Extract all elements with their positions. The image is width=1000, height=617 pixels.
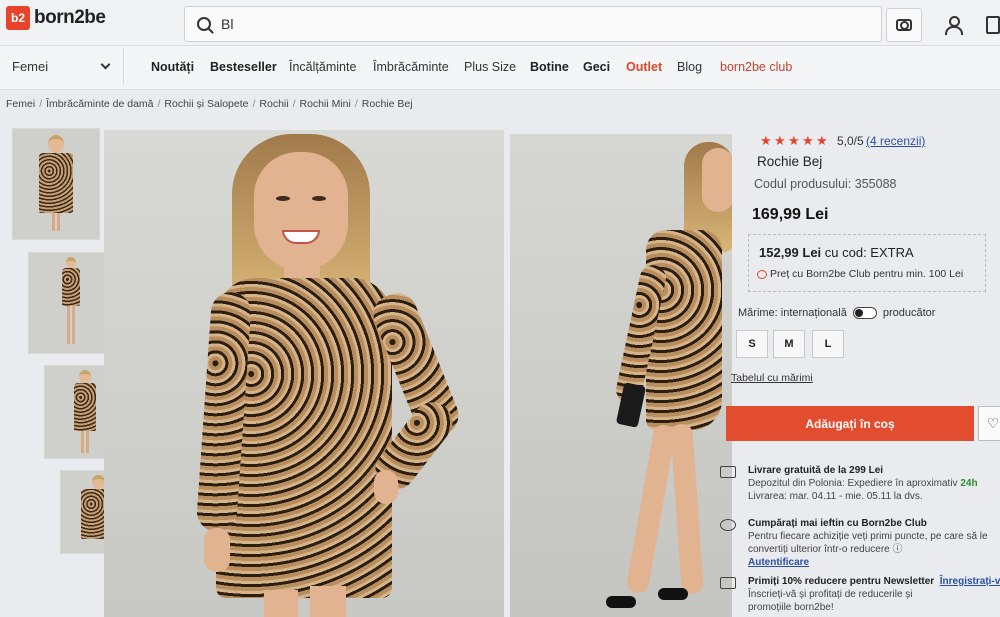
newsletter-title: Primiți 10% reducere pentru Newsletter <box>748 576 935 587</box>
thumbnail-2[interactable] <box>28 252 114 354</box>
thumbnail-1[interactable] <box>12 128 100 240</box>
product-second-image[interactable] <box>510 134 732 617</box>
logo-text: born2be <box>34 7 106 28</box>
top-header: b2 born2be Bl <box>0 0 1000 46</box>
size-label-alt: producător <box>882 307 936 319</box>
product-code: Codul produsului: 355088 <box>754 177 897 191</box>
newsletter-line2: promoțiile born2be! <box>748 602 834 613</box>
nav-item-noutati[interactable]: Noutăți <box>151 60 194 74</box>
rating-value: 5,0/5 <box>837 134 864 148</box>
nav-item-besteseller[interactable]: Besteseller <box>210 60 277 74</box>
nav-item-club[interactable]: born2be club <box>720 60 792 74</box>
nav-item-imbracaminte[interactable]: Îmbrăcăminte <box>373 60 449 74</box>
product-title: Rochie Bej <box>757 154 823 169</box>
size-button-m[interactable]: M <box>773 330 805 358</box>
piggy-bank-icon <box>757 269 767 279</box>
breadcrumb-current: Rochie Bej <box>361 98 413 110</box>
camera-icon <box>896 19 912 31</box>
login-link[interactable]: Autentificare <box>716 556 988 569</box>
nav-item-geci[interactable]: Geci <box>583 60 610 74</box>
user-icon[interactable] <box>944 16 963 35</box>
delivery-info: Livrare gratuită de la 299 Lei Depozitul… <box>716 464 978 503</box>
size-system-toggle[interactable] <box>852 307 877 319</box>
star-icon: ★ <box>816 133 828 148</box>
search-icon <box>197 17 211 31</box>
delivery-line1: Depozitul din Polonia: Expediere în apro… <box>748 478 958 489</box>
thumbnail-image <box>39 135 73 236</box>
thumbnail-image <box>62 257 80 349</box>
nav-item-outlet[interactable]: Outlet <box>626 60 662 74</box>
club-line2: convertiți ulterior într-o reducere <box>748 544 890 555</box>
reviews-link[interactable]: (4 recenzii) <box>866 134 925 148</box>
star-icon: ★ <box>760 133 772 148</box>
club-price-note: Preț cu Born2be Club pentru min. 100 Lei <box>757 268 963 280</box>
breadcrumb: Femei / Îmbrăcăminte de damă / Rochii și S… <box>6 98 413 110</box>
add-to-cart-button[interactable]: Adăugați în coș <box>726 406 974 441</box>
delivery-title: Livrare gratuită de la 299 Lei <box>748 465 884 476</box>
category-select-value: Femei <box>12 58 49 74</box>
club-title: Cumpărați mai ieftin cu Born2be Club <box>748 518 927 529</box>
promo-price: 152,99 Lei <box>759 245 822 260</box>
size-button-s[interactable]: S <box>736 330 768 358</box>
newsletter-register-link[interactable]: Înregistrați-vă <box>940 576 1000 587</box>
newsletter-line1: Înscrieți-vă și profitați de reducerile … <box>748 589 913 600</box>
promo-box: 152,99 Lei cu cod: EXTRA Preț cu Born2be… <box>748 234 986 292</box>
breadcrumb-item[interactable]: Rochii Mini <box>300 98 351 110</box>
nav-item-plus-size[interactable]: Plus Size <box>464 60 516 74</box>
product-main-image[interactable] <box>104 130 504 617</box>
logo[interactable]: b2 born2be <box>6 6 106 30</box>
info-circle-icon[interactable]: ⓘ <box>893 544 903 555</box>
breadcrumb-item[interactable]: Rochii și Salopete <box>164 98 248 110</box>
envelope-icon <box>720 577 736 589</box>
piggy-bank-icon <box>720 519 736 531</box>
product-price: 169,99 Lei <box>752 206 829 223</box>
breadcrumb-item[interactable]: Femei <box>6 98 35 110</box>
nav-item-botine[interactable]: Botine <box>530 60 569 74</box>
rating-stars: ★ ★ ★ ★ ★ <box>760 134 829 147</box>
breadcrumb-item[interactable]: Îmbrăcăminte de damă <box>46 98 153 110</box>
logo-badge: b2 <box>6 6 30 30</box>
club-line1: Pentru fiecare achiziție veți primi punc… <box>748 531 988 542</box>
size-button-l[interactable]: L <box>812 330 844 358</box>
wishlist-button[interactable]: ♡ <box>978 406 1000 441</box>
product-panel: ★ ★ ★ ★ ★ 5,0/5 (4 recenzii) Rochie Bej … <box>720 126 1000 617</box>
club-price-text: Preț cu Born2be Club pentru min. 100 Lei <box>770 268 964 280</box>
promo-price-line: 152,99 Lei cu cod: EXTRA <box>759 245 914 260</box>
nav-item-incaltaminte[interactable]: Încălțăminte <box>289 60 356 74</box>
club-info: Cumpărați mai ieftin cu Born2be Club Pen… <box>716 517 988 569</box>
search-input[interactable]: Bl <box>184 6 882 42</box>
breadcrumb-item[interactable]: Rochii <box>259 98 288 110</box>
star-icon: ★ <box>788 133 800 148</box>
nav-item-blog[interactable]: Blog <box>677 60 702 74</box>
thumbnail-image <box>74 370 96 458</box>
newsletter-info: Primiți 10% reducere pentru Newsletter Î… <box>716 575 1000 614</box>
delivery-time: 24h <box>960 478 978 489</box>
model-face <box>254 152 348 270</box>
promo-code: cu cod: EXTRA <box>824 245 914 260</box>
search-value: Bl <box>221 16 234 32</box>
size-system-toggle-row: Mărime: internațională producător <box>738 307 935 319</box>
category-select[interactable]: Femei <box>0 48 124 84</box>
main-nav: Femei Noutăți Besteseller Încălțăminte Î… <box>0 46 1000 90</box>
star-icon: ★ <box>802 133 814 148</box>
size-table-link[interactable]: Tabelul cu mărimi <box>731 372 813 384</box>
chevron-down-icon <box>100 59 111 70</box>
delivery-line2: Livrarea: mar. 04.11 - mie. 05.11 la dvs… <box>748 491 923 502</box>
size-label: Mărime: internațională <box>738 307 847 319</box>
image-search-button[interactable] <box>886 8 922 42</box>
truck-icon <box>720 466 736 478</box>
star-icon: ★ <box>774 133 786 148</box>
heart-icon: ♡ <box>986 415 1000 431</box>
cart-icon[interactable] <box>986 16 1000 34</box>
